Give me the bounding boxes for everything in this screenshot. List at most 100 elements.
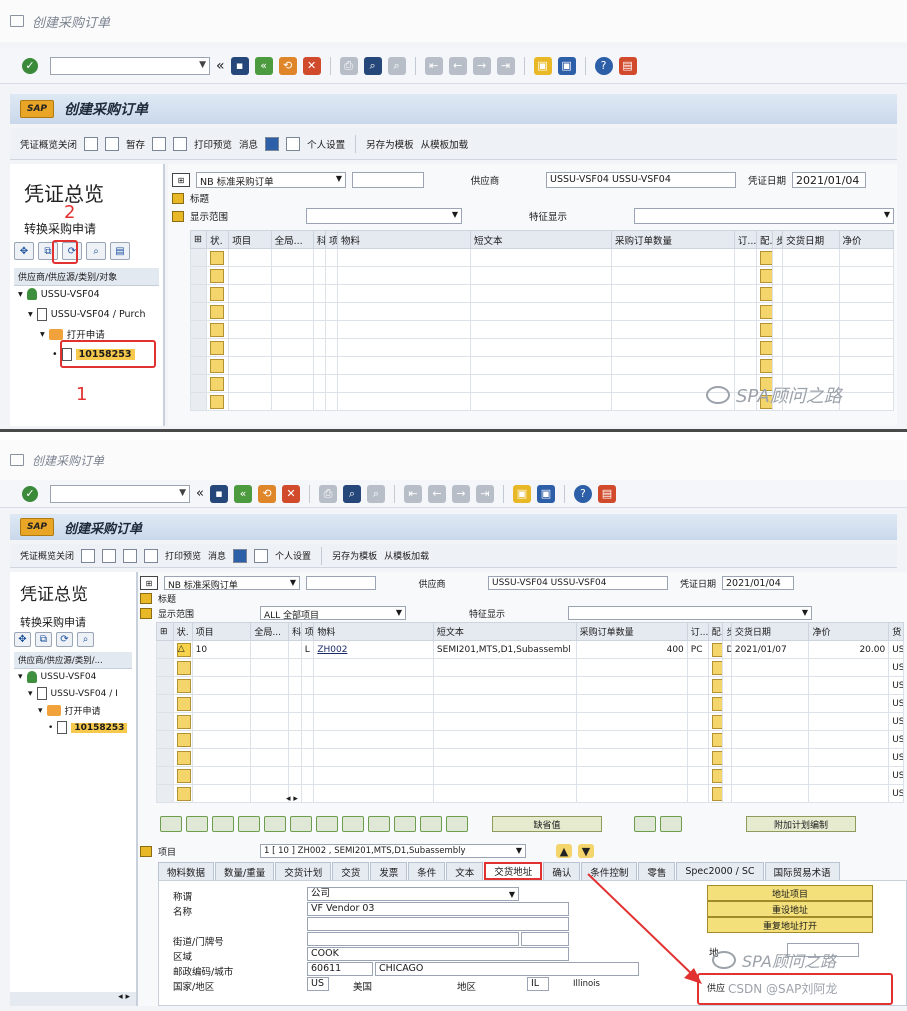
grid-cell[interactable] [730,784,810,803]
po-number-field[interactable] [352,172,424,188]
grid-cell[interactable] [575,748,688,767]
doc-overview-off-button[interactable]: 凭证概览关闭 [20,549,74,562]
row-selector[interactable] [189,392,208,411]
grid-cell[interactable] [469,302,612,321]
grid-cell[interactable] [337,374,471,393]
grid-cell[interactable] [575,766,688,785]
grid-cell[interactable] [469,320,612,339]
grid-cell[interactable] [469,266,612,285]
grid-cell[interactable] [610,248,735,267]
grid-cell[interactable] [730,766,810,785]
print-preview-icon[interactable] [173,136,188,151]
row-selector[interactable] [189,266,208,285]
grid-cell[interactable] [707,766,724,785]
grid-cell[interactable] [782,266,840,285]
table-row[interactable]: US [156,694,904,713]
title-field[interactable]: 公司 [307,887,519,901]
grid-cell[interactable] [337,392,471,411]
refresh-icon[interactable]: ⟳ [56,632,73,647]
row-selector[interactable] [189,320,208,339]
name-field-2[interactable] [307,917,569,931]
doc-type-select[interactable]: NB 标准采购订单 [164,576,300,590]
find-icon[interactable]: ⌕ [77,632,94,647]
sort-icon[interactable] [368,816,390,832]
grid-cell[interactable] [191,784,252,803]
grid-cell[interactable] [312,248,326,267]
grid-cell[interactable] [808,694,890,713]
grid-cell[interactable] [228,320,272,339]
grid-cell[interactable] [324,338,339,357]
bank-icon[interactable] [264,816,286,832]
grid-col-header[interactable]: 短文本 [432,622,577,641]
grid-cell[interactable]: △ [172,640,193,659]
grid-cell[interactable] [324,356,339,375]
grid-cell[interactable] [733,356,757,375]
print-preview-button[interactable]: 打印预览 [194,137,232,151]
grid-cell[interactable] [730,730,810,749]
grid-cell[interactable] [191,712,252,731]
select-icon[interactable]: ✥ [14,632,31,647]
grid-cell[interactable] [610,356,735,375]
item-selector[interactable]: 1 [ 10 ] ZH002 , SEMI201,MTS,D1,Subassem… [260,844,526,858]
grid-cell[interactable] [250,694,290,713]
grid-cell[interactable] [324,248,339,267]
grid-cell[interactable] [324,302,339,321]
grid-cell[interactable] [722,658,732,677]
row-selector[interactable] [156,730,174,749]
new-doc-icon[interactable] [84,136,99,151]
grid-col-header[interactable]: 项目 [191,622,252,641]
grid-cell[interactable] [337,284,471,303]
grid-cell[interactable] [228,248,272,267]
po-number-field[interactable] [306,576,376,590]
grid-cell[interactable] [228,284,272,303]
grid-cell[interactable] [808,730,890,749]
print-icon[interactable] [290,816,312,832]
grid-cell[interactable] [228,302,272,321]
grid-col-header[interactable]: 项. [324,230,339,249]
row-selector[interactable] [156,676,174,695]
grid-cell[interactable] [270,248,314,267]
grid-cell[interactable] [250,730,290,749]
grid-cell[interactable] [772,320,784,339]
table-row[interactable]: US [156,748,904,767]
grid-cell[interactable] [730,748,810,767]
grid-cell[interactable] [686,766,709,785]
grid-cell[interactable] [782,302,840,321]
grid-cell[interactable] [838,392,895,411]
grid-col-header[interactable]: 科 [288,622,302,641]
grid-cell[interactable] [313,712,434,731]
grid-cell[interactable] [838,266,895,285]
grid-cell[interactable] [722,694,732,713]
grid-cell[interactable] [808,658,890,677]
grid-cell[interactable] [313,766,434,785]
export-icon[interactable] [446,816,468,832]
grid-cell[interactable] [772,356,784,375]
other-doc-icon[interactable] [105,136,120,151]
grid-cell[interactable]: D [722,640,732,659]
grid-cell[interactable] [782,338,840,357]
grid-cell[interactable] [288,748,302,767]
personal-settings-icon[interactable] [254,548,269,563]
row-selector[interactable] [189,356,208,375]
grid-cell[interactable] [250,640,290,659]
grid-cell[interactable] [808,784,890,803]
copy-icon[interactable] [238,816,260,832]
grid-col-header[interactable]: 配. [755,230,774,249]
table-row[interactable] [189,338,895,357]
adopt-icon[interactable]: ⧉ [35,632,52,647]
grid-cell[interactable] [730,658,810,677]
grid-cell[interactable] [300,658,315,677]
grid-cell[interactable] [610,302,735,321]
grid-cell[interactable] [610,338,735,357]
grid-cell[interactable] [707,694,724,713]
check-icon[interactable] [123,548,138,563]
grid-col-header[interactable]: 科 [312,230,326,249]
customize-layout-icon[interactable]: ▤ [597,484,616,503]
grid-cell[interactable] [469,374,612,393]
exit-icon[interactable]: ⟲ [257,484,276,503]
doc-overview-off-button[interactable]: 凭证概览关闭 [20,137,77,151]
next-page-icon[interactable]: → [451,484,470,503]
left-panel-scrollbar[interactable]: ◂ ▸ [10,992,136,1006]
grid-cell[interactable] [312,284,326,303]
tab-delivery-address[interactable]: 交货地址 [484,862,543,880]
